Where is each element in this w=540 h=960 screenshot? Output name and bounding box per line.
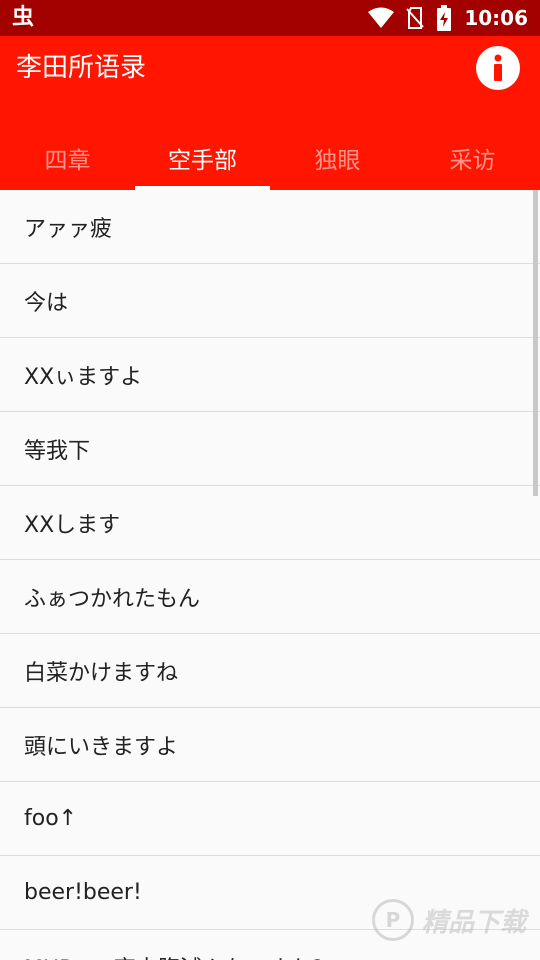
wifi-icon bbox=[368, 7, 406, 29]
status-bar: 虫 10:06 bbox=[0, 0, 540, 36]
list-item-text: 白菜かけますね bbox=[24, 660, 179, 686]
list-item-text: XXします bbox=[24, 512, 121, 538]
tab-sishang[interactable]: 四章 bbox=[0, 126, 135, 190]
list-item[interactable]: XXします bbox=[0, 486, 540, 560]
list-item[interactable]: foo↑ bbox=[0, 782, 540, 856]
watermark-logo-icon: P bbox=[372, 899, 414, 941]
list-item-text: 頭にいきますよ bbox=[24, 734, 179, 760]
list-item-text: beer!beer! bbox=[24, 880, 142, 905]
battery-charging-icon bbox=[436, 5, 464, 31]
list-item[interactable]: XXぃますよ bbox=[0, 338, 540, 412]
app-bar: 李田所语录 四章 空手部 独眼 采访 bbox=[0, 36, 540, 190]
no-sim-icon bbox=[406, 6, 436, 30]
tab-interview[interactable]: 采访 bbox=[405, 126, 540, 190]
list-item-text: ふぁつかれたもん bbox=[24, 586, 201, 612]
list-item-text: foo↑ bbox=[24, 806, 78, 831]
tab-karate-club[interactable]: 空手部 bbox=[135, 126, 270, 190]
list-item-text: 等我下 bbox=[24, 438, 91, 464]
tab-one-eye[interactable]: 独眼 bbox=[270, 126, 405, 190]
watermark: P 精品下载 bbox=[372, 890, 532, 950]
list-item-text: アァァ疲 bbox=[24, 216, 113, 242]
list-scrollbar[interactable] bbox=[533, 190, 538, 496]
list-item-text: XXぃますよ bbox=[24, 364, 143, 390]
list-item[interactable]: 今は bbox=[0, 264, 540, 338]
list-item[interactable]: 頭にいきますよ bbox=[0, 708, 540, 782]
info-button[interactable] bbox=[476, 46, 520, 90]
list-item[interactable]: アァァ疲 bbox=[0, 190, 540, 264]
tab-bar: 四章 空手部 独眼 采访 bbox=[0, 126, 540, 190]
status-icons: 10:06 bbox=[368, 0, 528, 36]
list-item[interactable]: 白菜かけますね bbox=[0, 634, 540, 708]
app-title: 李田所语录 bbox=[16, 53, 147, 83]
tab-label: 采访 bbox=[449, 148, 496, 174]
tab-label: 四章 bbox=[44, 148, 91, 174]
list-item-text: 今は bbox=[24, 290, 69, 316]
tab-label: 独眼 bbox=[314, 148, 361, 174]
quote-list[interactable]: アァァ疲 今は XXぃますよ 等我下 XXします ふぁつかれたもん 白菜かけます… bbox=[0, 190, 540, 960]
status-time: 10:06 bbox=[464, 6, 528, 30]
list-item[interactable]: 等我下 bbox=[0, 412, 540, 486]
watermark-text: 精品下载 bbox=[422, 907, 527, 938]
tab-label: 空手部 bbox=[168, 148, 237, 174]
list-item[interactable]: ふぁつかれたもん bbox=[0, 560, 540, 634]
info-icon bbox=[494, 54, 502, 81]
app-notification-icon: 虫 bbox=[12, 5, 35, 30]
list-item-text: MUR≠...夜中腹減んないすか? bbox=[24, 951, 323, 960]
